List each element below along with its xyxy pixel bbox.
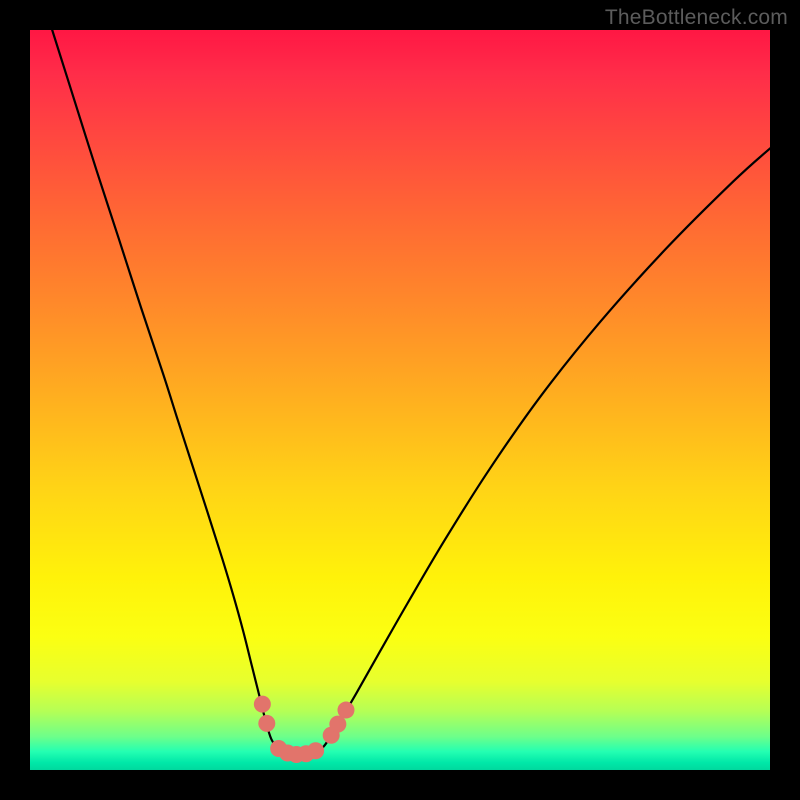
curve-markers [254, 696, 355, 763]
data-marker [337, 702, 354, 719]
outer-frame: TheBottleneck.com [0, 0, 800, 800]
bottleneck-curve [52, 30, 770, 755]
chart-svg [30, 30, 770, 770]
data-marker [307, 742, 324, 759]
data-marker [258, 715, 275, 732]
data-marker [254, 696, 271, 713]
watermark-text: TheBottleneck.com [605, 6, 788, 30]
plot-area [30, 30, 770, 770]
